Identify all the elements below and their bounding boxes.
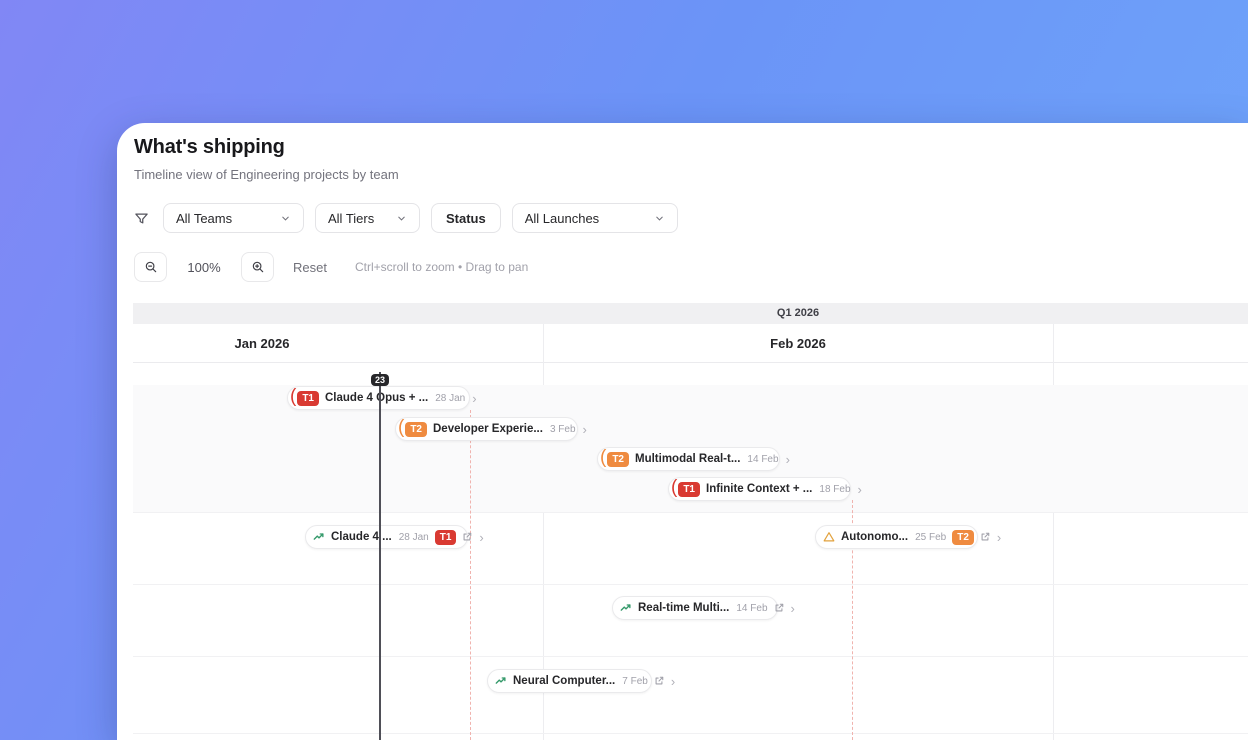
tiers-select[interactable]: All Tiers	[315, 203, 420, 233]
chevron-down-icon	[282, 216, 289, 221]
item-date: 7 Feb	[622, 675, 648, 687]
zoom-hint-text: Ctrl+scroll to zoom • Drag to pan	[354, 260, 529, 274]
chevron-down-icon	[655, 216, 663, 221]
lane-separator	[133, 656, 1248, 657]
item-date: 14 Feb	[736, 602, 768, 614]
timeline-chart[interactable]: Q1 2026 Jan 2026 Feb 2026 23 ( T1 Claude…	[133, 303, 1248, 740]
warning-icon	[823, 532, 835, 542]
lane-separator	[133, 512, 1248, 513]
item-date: 28 Jan	[398, 531, 429, 543]
magnifier-plus-icon	[252, 261, 263, 273]
item-date: 25 Feb	[915, 531, 947, 543]
start-bracket-icon: (	[290, 386, 297, 407]
tier-badge: T2	[607, 451, 629, 467]
item-name: Developer Experie...	[433, 423, 543, 435]
start-bracket-icon: (	[600, 447, 607, 468]
zoom-toolbar: 100% Reset Ctrl+scroll to zoom • Drag to…	[134, 252, 528, 282]
today-line	[379, 372, 381, 740]
teams-select-value: All Teams	[176, 210, 233, 226]
item-name: Multimodal Real-t...	[635, 453, 741, 465]
item-name: Infinite Context + ...	[706, 483, 813, 495]
teams-select[interactable]: All Teams	[163, 203, 304, 233]
today-date-badge: 23	[370, 374, 390, 386]
chevron-right-icon[interactable]: ›	[479, 531, 483, 544]
item-date: 3 Feb	[549, 423, 576, 435]
tier-badge: T1	[297, 390, 319, 406]
chevron-right-icon[interactable]: ›	[858, 483, 862, 496]
timeline-item-infinite-context[interactable]: ( T1 Infinite Context + ... 18 Feb ›	[668, 477, 862, 501]
chevron-right-icon[interactable]: ›	[583, 423, 587, 436]
chevron-right-icon[interactable]: ›	[671, 675, 675, 688]
month-label-feb: Feb 2026	[770, 336, 826, 351]
item-date: 18 Feb	[819, 483, 851, 495]
chevron-right-icon[interactable]: ›	[472, 392, 476, 405]
funnel-icon	[135, 213, 148, 223]
start-bracket-icon: (	[671, 477, 678, 498]
item-name: Claude 4 Opus + ...	[325, 392, 429, 404]
deadline-marker-line	[470, 410, 471, 740]
tier-badge: T2	[952, 529, 974, 545]
chevron-right-icon[interactable]: ›	[786, 453, 790, 466]
trending-up-icon	[313, 533, 324, 540]
month-header-row: Jan 2026 Feb 2026	[133, 324, 1248, 363]
quarter-label: Q1 2026	[776, 307, 820, 319]
item-date: 14 Feb	[747, 453, 779, 465]
page-subtitle: Timeline view of Engineering projects by…	[134, 167, 399, 182]
timeline-item-developer-experience[interactable]: ( T2 Developer Experie... 3 Feb ›	[395, 417, 587, 441]
item-name: Neural Computer...	[513, 675, 616, 687]
zoom-reset-button[interactable]: Reset	[293, 260, 327, 275]
launches-select[interactable]: All Launches	[511, 203, 678, 233]
tier-badge: T1	[434, 529, 457, 545]
filter-bar: All Teams All Tiers Status All Launches	[134, 203, 689, 233]
zoom-level: 100%	[187, 259, 221, 275]
timeline-item-multimodal-realtime[interactable]: ( T2 Multimodal Real-t... 14 Feb ›	[597, 447, 790, 471]
quarter-header-band: Q1 2026	[133, 303, 1248, 324]
external-link-icon[interactable]	[774, 603, 784, 613]
status-filter-label: Status	[446, 210, 486, 226]
item-name: Real-time Multi...	[638, 602, 730, 614]
chevron-right-icon[interactable]: ›	[791, 602, 795, 615]
launch-item-realtime-multimodal[interactable]: Real-time Multi... 14 Feb ›	[612, 596, 795, 620]
lane-separator	[133, 584, 1248, 585]
chevron-right-icon[interactable]: ›	[997, 531, 1001, 544]
month-label-jan: Jan 2026	[234, 336, 290, 351]
whats-shipping-panel: What's shipping Timeline view of Enginee…	[117, 123, 1248, 740]
item-name: Claude 4 ...	[331, 531, 392, 543]
external-link-icon[interactable]	[462, 532, 472, 542]
tiers-select-value: All Tiers	[328, 210, 375, 226]
start-bracket-icon: (	[398, 417, 405, 438]
chevron-down-icon	[398, 216, 405, 221]
launch-item-claude-4[interactable]: Claude 4 ... 28 Jan T1 ›	[305, 525, 484, 549]
item-date: 28 Jan	[435, 392, 466, 404]
external-link-icon[interactable]	[654, 676, 664, 686]
tier-badge: T2	[405, 421, 427, 437]
lane-separator	[133, 733, 1248, 734]
zoom-in-button[interactable]	[241, 252, 274, 282]
external-link-icon[interactable]	[980, 532, 990, 542]
item-name: Autonomo...	[841, 531, 909, 543]
trending-up-icon	[495, 677, 506, 684]
launch-item-neural-computer[interactable]: Neural Computer... 7 Feb ›	[487, 669, 675, 693]
status-filter-button[interactable]: Status	[431, 203, 501, 233]
launch-item-autonomous[interactable]: Autonomo... 25 Feb T2 ›	[815, 525, 1001, 549]
tier-badge: T1	[678, 481, 700, 497]
trending-up-icon	[620, 604, 631, 611]
magnifier-minus-icon	[145, 261, 156, 273]
launches-select-value: All Launches	[524, 210, 600, 226]
page-title: What's shipping	[134, 136, 285, 158]
zoom-out-button[interactable]	[134, 252, 167, 282]
